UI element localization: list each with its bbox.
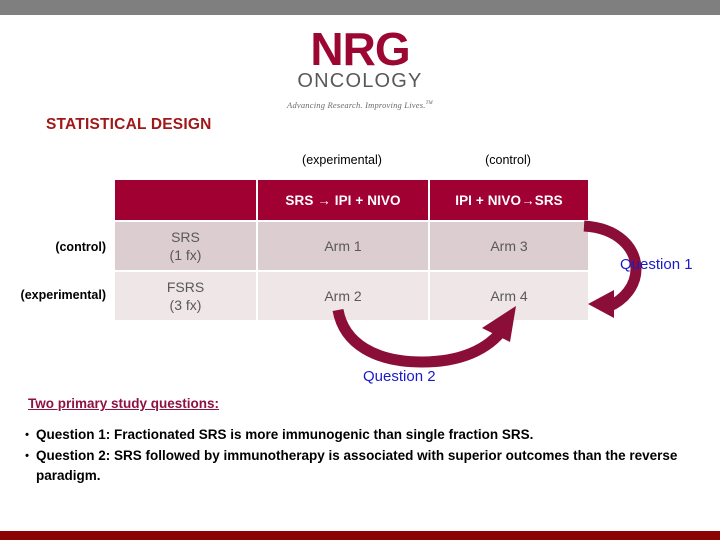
- row-super-label-control: (control): [55, 240, 106, 254]
- question-2-curved-arrow-icon: [332, 306, 516, 368]
- bottom-accent-bar: [0, 531, 720, 540]
- trademark-mark: TM: [425, 101, 433, 107]
- table-header-row: SRS → IPI + NIVO IPI + NIVO→SRS: [115, 180, 588, 220]
- top-accent-bar: [0, 0, 720, 15]
- logo-wordmark-nrg: NRG: [310, 23, 410, 75]
- row-label-srs-line2: (1 fx): [169, 247, 202, 263]
- row-label-fsrs: FSRS (3 fx): [115, 272, 256, 320]
- row-label-srs: SRS (1 fx): [115, 222, 256, 270]
- logo-tagline-text: Advancing Research. Improving Lives.: [287, 100, 426, 110]
- list-item-text: Question 1: Fractionated SRS is more imm…: [36, 427, 534, 442]
- cell-arm-1: Arm 1: [258, 222, 428, 270]
- list-item: • Question 1: Fractionated SRS is more i…: [18, 425, 718, 445]
- annotation-question-1: Question 1: [620, 256, 693, 273]
- table-row: SRS (1 fx) Arm 1 Arm 3: [115, 222, 588, 270]
- study-questions-heading: Two primary study questions:: [28, 396, 220, 411]
- row-label-fsrs-line1: FSRS: [166, 279, 205, 295]
- list-item-text: Question 2: SRS followed by immunotherap…: [36, 448, 678, 483]
- column-super-label-control: (control): [485, 153, 531, 167]
- table-header-corner: [115, 180, 256, 220]
- row-label-srs-line1: SRS: [171, 229, 200, 245]
- nrg-oncology-logo: NRG ONCOLOGY Advancing Research. Improvi…: [0, 26, 720, 110]
- table-header-arm-b: IPI + NIVO→SRS: [430, 180, 588, 220]
- cell-arm-3: Arm 3: [430, 222, 588, 270]
- study-design-table: SRS → IPI + NIVO IPI + NIVO→SRS SRS (1 f…: [113, 178, 590, 322]
- list-item: • Question 2: SRS followed by immunother…: [18, 446, 718, 486]
- table-header-arm-a: SRS → IPI + NIVO: [258, 180, 428, 220]
- bullet-dot-icon: •: [25, 450, 29, 462]
- row-label-fsrs-line2: (3 fx): [169, 297, 202, 313]
- bullet-dot-icon: •: [25, 429, 29, 441]
- column-super-label-experimental: (experimental): [302, 153, 382, 167]
- annotation-question-2: Question 2: [363, 368, 436, 385]
- logo-wordmark-oncology: ONCOLOGY: [297, 70, 423, 92]
- page-title: STATISTICAL DESIGN: [46, 116, 212, 133]
- logo-tagline: Advancing Research. Improving Lives.TM: [0, 100, 720, 110]
- row-super-label-experimental: (experimental): [20, 288, 106, 302]
- study-questions-list: • Question 1: Fractionated SRS is more i…: [18, 425, 718, 487]
